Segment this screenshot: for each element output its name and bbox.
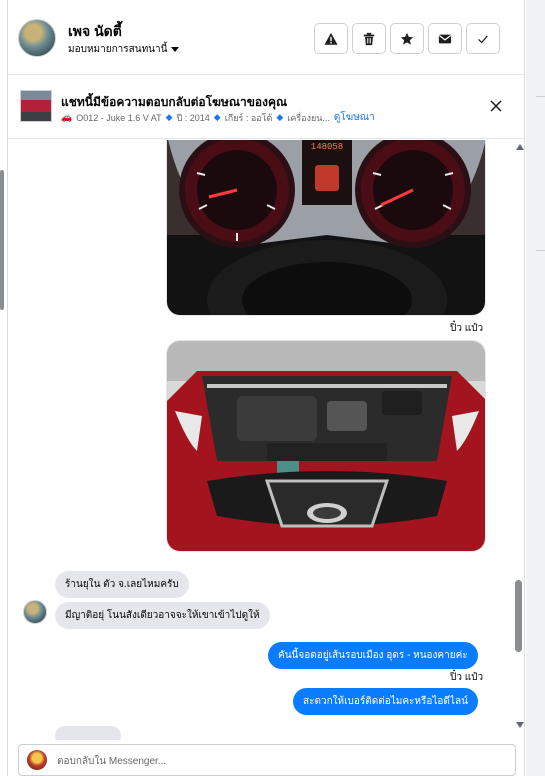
conversation-header: เพจ นัดตี้ มอบหมายการสนทนานี้ bbox=[8, 0, 524, 75]
engine-bay-photo[interactable] bbox=[166, 340, 486, 552]
checkmark-icon bbox=[478, 35, 488, 43]
dashboard-image: 148058 bbox=[167, 140, 485, 315]
separator-dot: ◆ bbox=[213, 112, 221, 122]
page-avatar bbox=[27, 750, 47, 770]
ad-reply-banner: แชทนี้มีข้อความตอบกลับต่อโฆษณาของคุณ 🚗 O… bbox=[8, 76, 524, 139]
scroll-down-arrow-icon[interactable] bbox=[516, 722, 524, 728]
ad-year: ปี : 2014 bbox=[176, 112, 210, 123]
dashboard-photo[interactable]: 148058 bbox=[166, 140, 486, 316]
warning-icon bbox=[324, 32, 338, 45]
scroll-up-arrow-icon[interactable] bbox=[516, 144, 524, 150]
ad-gear: เกียร์ : ออโต้ bbox=[224, 112, 273, 123]
ad-thumbnail[interactable] bbox=[20, 90, 52, 122]
mark-unread-button[interactable] bbox=[428, 23, 462, 54]
assign-label: มอบหมายการสนทนานี้ bbox=[68, 44, 168, 55]
ad-engine: เครื่องยน... bbox=[287, 112, 330, 123]
seen-indicator: ปิ๋ว แป๋ว bbox=[450, 672, 484, 683]
header-actions bbox=[314, 23, 500, 54]
left-panel-edge bbox=[0, 170, 4, 310]
odometer-readout: 148058 bbox=[311, 142, 343, 152]
star-icon bbox=[400, 32, 414, 45]
close-icon[interactable] bbox=[488, 98, 504, 114]
right-gutter bbox=[526, 0, 545, 776]
outgoing-message[interactable]: คันนี้จอดอยู่เส้นรอบเมือง อุดร - หนองคาย… bbox=[268, 642, 478, 669]
chevron-down-icon bbox=[171, 47, 180, 52]
ad-details: 🚗 O012 - Juke 1.6 V AT ◆ ปี : 2014 ◆ เกี… bbox=[61, 110, 375, 125]
separator-dot: ◆ bbox=[276, 112, 284, 122]
seen-indicator: ปิ๋ว แป๋ว bbox=[450, 323, 484, 334]
incoming-message[interactable] bbox=[55, 726, 121, 740]
assign-conversation-dropdown[interactable]: มอบหมายการสนทนานี้ bbox=[68, 42, 180, 57]
contact-name[interactable]: เพจ นัดตี้ bbox=[68, 21, 122, 43]
divider bbox=[536, 250, 545, 251]
message-thread: 148058 ปิ๋ว แป๋ว ร้านยุใน ตัว จ.เลยไหมคร… bbox=[8, 140, 524, 740]
star-button[interactable] bbox=[390, 23, 424, 54]
reply-input[interactable] bbox=[57, 752, 497, 770]
divider bbox=[536, 96, 545, 97]
mark-spam-button[interactable] bbox=[314, 23, 348, 54]
car-icon: 🚗 bbox=[61, 112, 73, 122]
outgoing-message[interactable]: สะดวกให้เบอร์ติดต่อไมคะหรือไอดีไลน์ bbox=[293, 688, 478, 715]
envelope-icon bbox=[438, 34, 452, 43]
incoming-message[interactable]: มีญาติอยุ่ โนนสังเดียวอาจจะให้เขาเข้าไปด… bbox=[55, 602, 270, 629]
trash-icon bbox=[363, 32, 375, 45]
avatar[interactable] bbox=[23, 600, 47, 624]
done-button[interactable] bbox=[466, 23, 500, 54]
incoming-message[interactable]: ร้านยุใน ตัว จ.เลยไหมครับ bbox=[55, 571, 189, 598]
view-ad-link[interactable]: ดูโฆษณา bbox=[334, 110, 375, 125]
delete-button[interactable] bbox=[352, 23, 386, 54]
ad-car-name: O012 - Juke 1.6 V AT bbox=[76, 112, 162, 123]
thread-scrollbar[interactable] bbox=[513, 140, 524, 736]
engine-image bbox=[167, 341, 485, 551]
conversation-panel: เพจ นัดตี้ มอบหมายการสนทนานี้ แชทนี้มีข้… bbox=[7, 0, 525, 776]
reply-composer bbox=[18, 744, 516, 776]
avatar[interactable] bbox=[18, 19, 56, 57]
scroll-thumb[interactable] bbox=[515, 580, 522, 652]
separator-dot: ◆ bbox=[165, 112, 173, 122]
